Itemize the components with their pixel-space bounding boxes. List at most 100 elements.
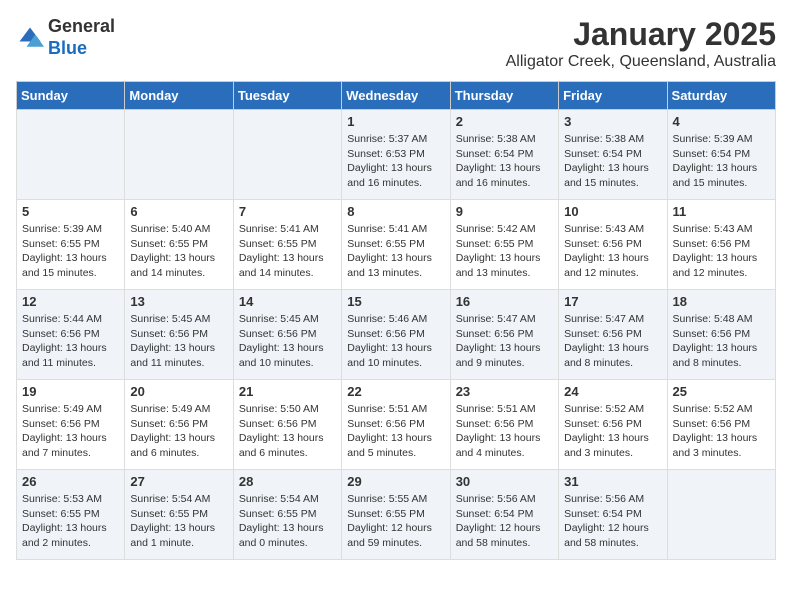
calendar-cell: 7Sunrise: 5:41 AM Sunset: 6:55 PM Daylig… (233, 200, 341, 290)
day-number: 19 (22, 384, 119, 399)
day-info: Sunrise: 5:47 AM Sunset: 6:56 PM Dayligh… (564, 312, 661, 371)
day-number: 5 (22, 204, 119, 219)
day-number: 14 (239, 294, 336, 309)
day-info: Sunrise: 5:47 AM Sunset: 6:56 PM Dayligh… (456, 312, 553, 371)
day-number: 30 (456, 474, 553, 489)
day-number: 9 (456, 204, 553, 219)
calendar-week-row: 5 Sunrise: 5:39 AM Sunset: 6:55 PM Daylig… (17, 200, 776, 290)
day-info: Sunrise: 5:54 AM Sunset: 6:55 PM Dayligh… (130, 492, 227, 551)
calendar-cell: 15 Sunrise: 5:46 AM Sunset: 6:56 PM Dayli… (342, 290, 450, 380)
day-number: 20 (130, 384, 227, 399)
day-info: Sunrise: 5:43 AM Sunset: 6:56 PM Dayligh… (673, 222, 770, 281)
day-info: Sunrise: 5:48 AM Sunset: 6:56 PM Dayligh… (673, 312, 770, 371)
day-info: Sunrise: 5:50 AM Sunset: 6:56 PM Dayligh… (239, 402, 336, 461)
day-number: 2 (456, 114, 553, 129)
calendar-cell: 25 Sunrise: 5:52 AM Sunset: 6:56 PM Dayli… (667, 380, 775, 470)
calendar-cell: 5 Sunrise: 5:39 AM Sunset: 6:55 PM Daylig… (17, 200, 125, 290)
calendar-cell (17, 110, 125, 200)
day-info: Sunrise: 5:46 AM Sunset: 6:56 PM Dayligh… (347, 312, 444, 371)
day-number: 4 (673, 114, 770, 129)
calendar-cell: 4Sunrise: 5:39 AM Sunset: 6:54 PM Daylig… (667, 110, 775, 200)
calendar-cell: 17 Sunrise: 5:47 AM Sunset: 6:56 PM Dayli… (559, 290, 667, 380)
header-saturday: Saturday (667, 82, 775, 110)
day-info: Sunrise: 5:49 AM Sunset: 6:56 PM Dayligh… (22, 402, 119, 461)
header-sunday: Sunday (17, 82, 125, 110)
day-number: 15 (347, 294, 444, 309)
day-info: Sunrise: 5:37 AM Sunset: 6:53 PM Dayligh… (347, 132, 444, 191)
day-info: Sunrise: 5:51 AM Sunset: 6:56 PM Dayligh… (456, 402, 553, 461)
header-monday: Monday (125, 82, 233, 110)
logo-icon (16, 24, 44, 52)
calendar-cell: 9 Sunrise: 5:42 AM Sunset: 6:55 PM Daylig… (450, 200, 558, 290)
calendar-cell (233, 110, 341, 200)
day-info: Sunrise: 5:39 AM Sunset: 6:55 PM Dayligh… (22, 222, 119, 281)
calendar-cell: 16 Sunrise: 5:47 AM Sunset: 6:56 PM Dayli… (450, 290, 558, 380)
calendar-cell: 8Sunrise: 5:41 AM Sunset: 6:55 PM Daylig… (342, 200, 450, 290)
page-header: General Blue January 2025 Alligator Cree… (16, 16, 776, 71)
location-title: Alligator Creek, Queensland, Australia (506, 53, 776, 71)
day-info: Sunrise: 5:53 AM Sunset: 6:55 PM Dayligh… (22, 492, 119, 551)
day-number: 13 (130, 294, 227, 309)
calendar-cell: 26 Sunrise: 5:53 AM Sunset: 6:55 PM Dayli… (17, 470, 125, 560)
calendar-cell: 29Sunrise: 5:55 AM Sunset: 6:55 PM Dayli… (342, 470, 450, 560)
day-number: 11 (673, 204, 770, 219)
day-number: 17 (564, 294, 661, 309)
day-info: Sunrise: 5:55 AM Sunset: 6:55 PM Dayligh… (347, 492, 444, 551)
calendar-cell: 21 Sunrise: 5:50 AM Sunset: 6:56 PM Dayli… (233, 380, 341, 470)
day-info: Sunrise: 5:38 AM Sunset: 6:54 PM Dayligh… (456, 132, 553, 191)
day-info: Sunrise: 5:52 AM Sunset: 6:56 PM Dayligh… (564, 402, 661, 461)
calendar-cell: 11 Sunrise: 5:43 AM Sunset: 6:56 PM Dayli… (667, 200, 775, 290)
title-block: January 2025 Alligator Creek, Queensland… (506, 16, 776, 71)
day-info: Sunrise: 5:41 AM Sunset: 6:55 PM Dayligh… (347, 222, 444, 281)
calendar-cell: 6Sunrise: 5:40 AM Sunset: 6:55 PM Daylig… (125, 200, 233, 290)
day-number: 6 (130, 204, 227, 219)
month-title: January 2025 (506, 16, 776, 53)
calendar-cell: 12Sunrise: 5:44 AM Sunset: 6:56 PM Dayli… (17, 290, 125, 380)
day-info: Sunrise: 5:52 AM Sunset: 6:56 PM Dayligh… (673, 402, 770, 461)
calendar-cell: 3Sunrise: 5:38 AM Sunset: 6:54 PM Daylig… (559, 110, 667, 200)
calendar-table: Sunday Monday Tuesday Wednesday Thursday… (16, 81, 776, 560)
day-number: 31 (564, 474, 661, 489)
calendar-week-row: 19 Sunrise: 5:49 AM Sunset: 6:56 PM Dayli… (17, 380, 776, 470)
day-info: Sunrise: 5:54 AM Sunset: 6:55 PM Dayligh… (239, 492, 336, 551)
day-number: 7 (239, 204, 336, 219)
day-number: 23 (456, 384, 553, 399)
logo: General Blue (16, 16, 115, 59)
day-info: Sunrise: 5:51 AM Sunset: 6:56 PM Dayligh… (347, 402, 444, 461)
day-number: 3 (564, 114, 661, 129)
header-wednesday: Wednesday (342, 82, 450, 110)
day-number: 21 (239, 384, 336, 399)
calendar-cell: 13Sunrise: 5:45 AM Sunset: 6:56 PM Dayli… (125, 290, 233, 380)
calendar-cell: 1 Sunrise: 5:37 AM Sunset: 6:53 PM Daylig… (342, 110, 450, 200)
calendar-header-row: Sunday Monday Tuesday Wednesday Thursday… (17, 82, 776, 110)
calendar-cell: 22 Sunrise: 5:51 AM Sunset: 6:56 PM Dayli… (342, 380, 450, 470)
calendar-week-row: 1 Sunrise: 5:37 AM Sunset: 6:53 PM Daylig… (17, 110, 776, 200)
day-number: 10 (564, 204, 661, 219)
day-number: 16 (456, 294, 553, 309)
day-info: Sunrise: 5:56 AM Sunset: 6:54 PM Dayligh… (564, 492, 661, 551)
day-info: Sunrise: 5:44 AM Sunset: 6:56 PM Dayligh… (22, 312, 119, 371)
calendar-cell: 20Sunrise: 5:49 AM Sunset: 6:56 PM Dayli… (125, 380, 233, 470)
day-number: 1 (347, 114, 444, 129)
header-thursday: Thursday (450, 82, 558, 110)
calendar-cell: 30 Sunrise: 5:56 AM Sunset: 6:54 PM Dayli… (450, 470, 558, 560)
day-number: 25 (673, 384, 770, 399)
day-info: Sunrise: 5:42 AM Sunset: 6:55 PM Dayligh… (456, 222, 553, 281)
day-number: 27 (130, 474, 227, 489)
calendar-cell (667, 470, 775, 560)
day-number: 24 (564, 384, 661, 399)
day-info: Sunrise: 5:45 AM Sunset: 6:56 PM Dayligh… (239, 312, 336, 371)
calendar-cell: 31 Sunrise: 5:56 AM Sunset: 6:54 PM Dayli… (559, 470, 667, 560)
header-friday: Friday (559, 82, 667, 110)
calendar-cell: 2 Sunrise: 5:38 AM Sunset: 6:54 PM Daylig… (450, 110, 558, 200)
day-number: 26 (22, 474, 119, 489)
calendar-week-row: 26 Sunrise: 5:53 AM Sunset: 6:55 PM Dayli… (17, 470, 776, 560)
day-info: Sunrise: 5:56 AM Sunset: 6:54 PM Dayligh… (456, 492, 553, 551)
calendar-cell: 18Sunrise: 5:48 AM Sunset: 6:56 PM Dayli… (667, 290, 775, 380)
day-number: 28 (239, 474, 336, 489)
day-number: 22 (347, 384, 444, 399)
calendar-cell: 24 Sunrise: 5:52 AM Sunset: 6:56 PM Dayli… (559, 380, 667, 470)
calendar-cell: 10 Sunrise: 5:43 AM Sunset: 6:56 PM Dayli… (559, 200, 667, 290)
calendar-cell: 19 Sunrise: 5:49 AM Sunset: 6:56 PM Dayli… (17, 380, 125, 470)
day-info: Sunrise: 5:43 AM Sunset: 6:56 PM Dayligh… (564, 222, 661, 281)
